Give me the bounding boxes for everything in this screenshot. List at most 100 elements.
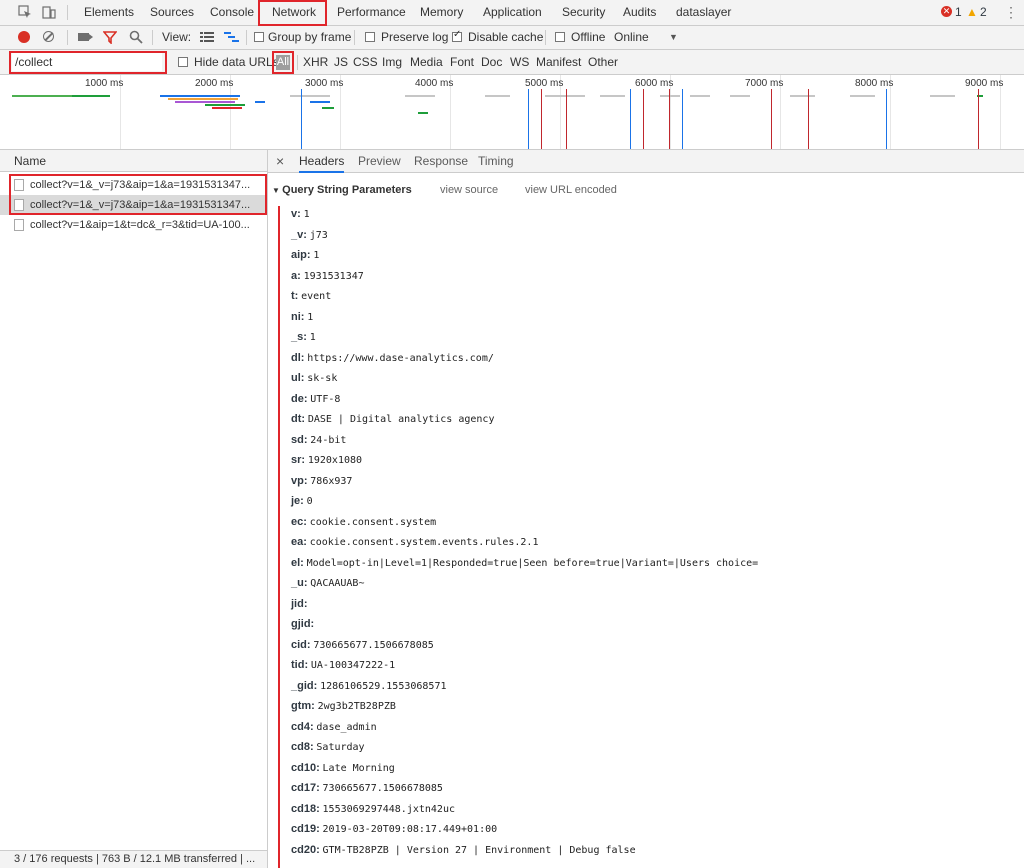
param-value: dase_admin [316, 721, 377, 733]
preserve-log-checkbox[interactable] [365, 32, 375, 42]
tab-dataslayer[interactable]: dataslayer [676, 0, 731, 25]
param-value: UA-100347222-1 [310, 660, 396, 671]
camera-lens [89, 34, 93, 40]
param-value: DASE | Digital analytics agency [307, 414, 495, 425]
inspect-element-icon[interactable] [18, 5, 32, 19]
tab-preview[interactable]: Preview [358, 150, 401, 173]
view-label: View: [162, 30, 192, 44]
query-param-row: cd19: 2019-03-20T09:08:17.449+01:00 [291, 823, 497, 835]
param-key: dl: [291, 351, 305, 364]
param-key: t: [291, 290, 299, 302]
type-filter-other[interactable]: Other [588, 50, 618, 75]
type-filter-xhr[interactable]: XHR [303, 50, 328, 75]
param-key: gtm: [291, 700, 315, 712]
param-value: 1 [313, 250, 320, 261]
type-filter-doc[interactable]: Doc [481, 50, 502, 75]
error-icon[interactable]: ✕ [941, 6, 952, 17]
query-param-row: ul: sk-sk [291, 372, 337, 384]
param-key: cd4: [291, 720, 314, 733]
type-filter-manifest[interactable]: Manifest [536, 50, 581, 75]
tab-timing[interactable]: Timing [478, 150, 514, 173]
warning-count[interactable]: 2 [980, 0, 987, 25]
param-value: event [301, 291, 332, 302]
type-filter-img[interactable]: Img [382, 50, 402, 75]
tab-console[interactable]: Console [210, 0, 254, 25]
param-key: cd19: [291, 823, 320, 835]
search-icon[interactable] [129, 30, 143, 47]
tab-audits[interactable]: Audits [623, 0, 656, 25]
divider [354, 30, 355, 45]
preserve-log-label[interactable]: Preserve log [381, 26, 448, 49]
param-key: gjid: [291, 618, 315, 630]
group-by-frame-label[interactable]: Group by frame [268, 26, 351, 49]
type-filter-font[interactable]: Font [450, 50, 474, 75]
timeline-tick: 2000 ms [195, 78, 234, 89]
large-rows-icon[interactable] [200, 31, 214, 46]
param-value: 24-bit [310, 434, 347, 446]
device-toolbar-icon[interactable] [42, 5, 56, 19]
type-filter-css[interactable]: CSS [353, 50, 378, 75]
offline-label[interactable]: Offline [571, 26, 605, 49]
param-value: Saturday [316, 742, 365, 753]
param-value: 2wg3b2TB28PZB [317, 701, 396, 712]
view-url-encoded-link[interactable]: view URL encoded [525, 184, 617, 196]
hide-data-urls-checkbox[interactable] [178, 57, 188, 67]
tab-sources[interactable]: Sources [150, 0, 194, 25]
more-options-icon[interactable]: ⋮ [1004, 0, 1018, 24]
clear-icon[interactable] [43, 31, 54, 42]
query-param-row: cd18: 1553069297448.jxtn42uc [291, 803, 455, 815]
hide-data-urls-label[interactable]: Hide data URLs [194, 50, 279, 75]
param-key: cd17: [291, 782, 320, 794]
param-key: de: [291, 392, 308, 405]
tab-headers[interactable]: Headers [299, 150, 345, 173]
param-key: cd10: [291, 761, 320, 774]
query-param-row: jid: [291, 598, 308, 610]
requests-highlight [9, 174, 267, 215]
waterfall-overview-icon[interactable] [224, 31, 240, 46]
query-param-row: tid: UA-100347222-1 [291, 659, 395, 671]
close-icon[interactable]: × [276, 150, 284, 172]
record-icon[interactable] [18, 31, 30, 43]
tab-elements[interactable]: Elements [84, 0, 134, 25]
param-key: cid: [291, 638, 311, 651]
param-key: cd20: [291, 843, 320, 856]
network-overview-timeline[interactable]: 1000 ms 2000 ms 3000 ms 4000 ms 5000 ms … [0, 75, 1024, 150]
param-key: _u: [291, 577, 308, 589]
request-name: collect?v=1&aip=1&t=dc&_r=3&tid=UA-100..… [30, 219, 250, 231]
query-param-row: gjid: [291, 618, 314, 630]
chevron-down-icon[interactable]: ▼ [669, 26, 678, 49]
tab-security[interactable]: Security [562, 0, 605, 25]
tab-performance[interactable]: Performance [337, 0, 406, 25]
param-value: j73 [309, 229, 328, 241]
disable-cache-checkbox[interactable] [452, 29, 462, 42]
param-key: ni: [291, 310, 305, 323]
error-count[interactable]: 1 [955, 0, 962, 25]
tab-memory[interactable]: Memory [420, 0, 463, 25]
view-source-link[interactable]: view source [440, 184, 498, 196]
type-filter-ws[interactable]: WS [510, 50, 529, 75]
type-filter-media[interactable]: Media [410, 50, 443, 75]
param-key: cd8: [291, 741, 314, 753]
filter-icon[interactable] [102, 30, 118, 47]
screenshot-camera-icon[interactable] [78, 33, 89, 41]
disable-cache-label[interactable]: Disable cache [468, 26, 543, 49]
warning-icon[interactable]: ▲ [966, 5, 978, 19]
throttling-select[interactable]: Online [614, 26, 649, 49]
query-param-row: cd17: 730665677.1506678085 [291, 782, 443, 794]
tab-application[interactable]: Application [483, 0, 542, 25]
timeline-tick: 1000 ms [85, 78, 124, 89]
param-value: cookie.consent.system.events.rules.2.1 [309, 537, 539, 548]
param-value: 1286106529.1553068571 [320, 680, 447, 692]
tab-response[interactable]: Response [414, 150, 468, 173]
param-key: _gid: [291, 679, 318, 692]
divider [67, 30, 68, 45]
type-filter-js[interactable]: JS [334, 50, 348, 75]
query-param-row: cd20: GTM-TB28PZB | Version 27 | Environ… [291, 844, 636, 856]
offline-checkbox[interactable] [555, 32, 565, 42]
name-column-header[interactable]: Name [0, 150, 267, 172]
query-string-section[interactable]: ▼ Query String Parameters [272, 184, 412, 196]
group-by-frame-checkbox[interactable] [254, 32, 264, 42]
param-value: 730665677.1506678085 [322, 783, 443, 794]
param-value: 1 [309, 332, 316, 343]
request-row[interactable]: collect?v=1&aip=1&t=dc&_r=3&tid=UA-100..… [0, 215, 267, 235]
